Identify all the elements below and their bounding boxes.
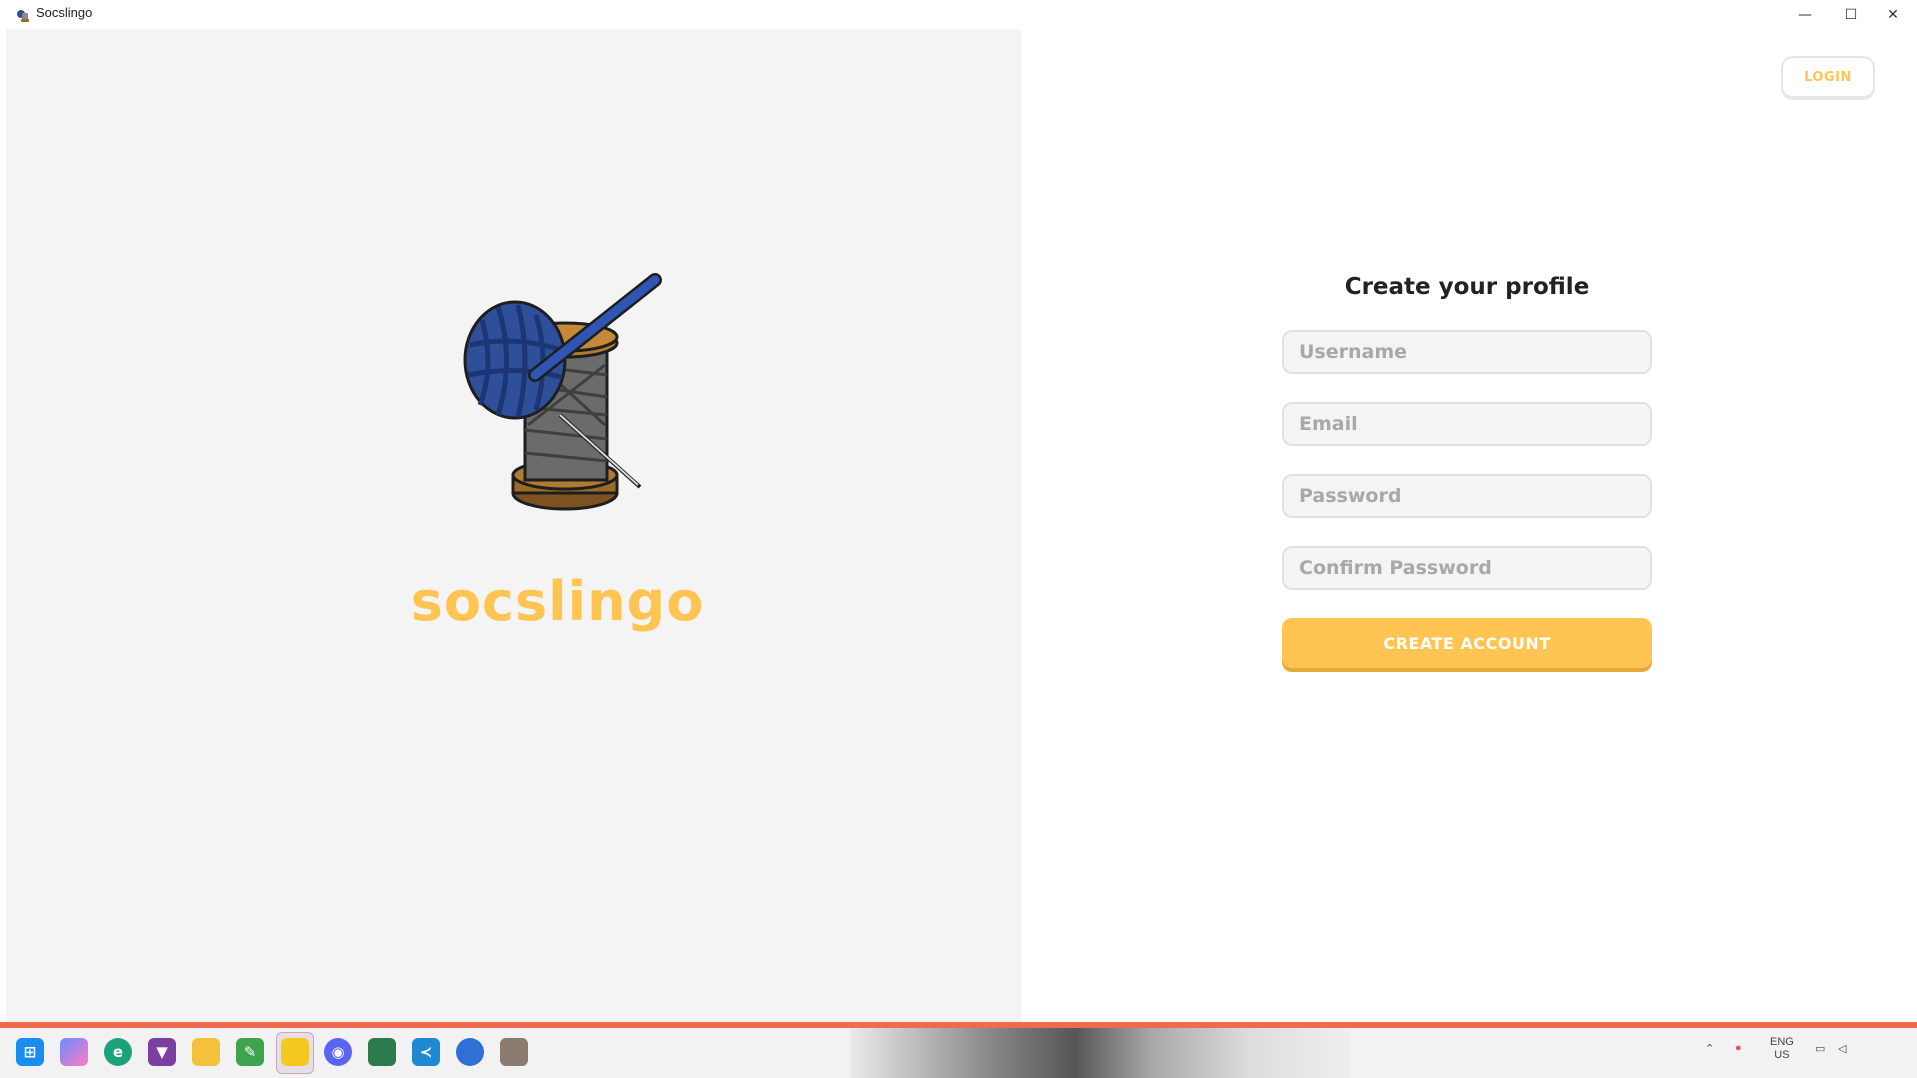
email-field[interactable] — [1282, 402, 1652, 446]
notepad-icon[interactable]: ✎ — [236, 1038, 264, 1066]
network-icon[interactable]: ▭ — [1815, 1042, 1825, 1055]
copilot-icon[interactable] — [60, 1038, 88, 1066]
vscode-icon[interactable]: ≺ — [412, 1038, 440, 1066]
window-title: Socslingo — [36, 5, 93, 20]
microphone-icon[interactable]: ● — [1735, 1042, 1742, 1054]
close-button[interactable]: ✕ — [1870, 0, 1916, 29]
language-code: ENG — [1770, 1036, 1794, 1048]
brand-name: socslingo — [410, 570, 705, 633]
file-explorer-icon[interactable] — [192, 1038, 220, 1066]
minimize-button[interactable]: — — [1782, 0, 1828, 29]
brave-icon[interactable]: ▼ — [148, 1038, 176, 1066]
tray-chevron-icon[interactable]: ⌃ — [1705, 1042, 1714, 1055]
app-icon[interactable] — [368, 1038, 396, 1066]
username-field[interactable] — [1282, 330, 1652, 374]
form-title: Create your profile — [1344, 274, 1590, 300]
confirm-password-field[interactable] — [1282, 546, 1652, 590]
edge-dev-icon[interactable]: e — [104, 1038, 132, 1066]
desktop-wallpaper — [850, 1028, 1350, 1078]
language-indicator[interactable]: ENG US — [1770, 1036, 1794, 1062]
language-region: US — [1774, 1049, 1790, 1061]
create-account-button[interactable]: CREATE ACCOUNT — [1282, 618, 1652, 668]
app-logo-icon — [17, 10, 29, 22]
socslingo-icon[interactable] — [500, 1038, 528, 1066]
yarn-spool-logo-icon — [463, 273, 662, 511]
maximize-button[interactable]: ☐ — [1828, 0, 1874, 29]
firefox-icon[interactable] — [456, 1038, 484, 1066]
discord-icon[interactable]: ◉ — [324, 1038, 352, 1066]
sticky-notes-icon[interactable] — [281, 1038, 309, 1066]
password-field[interactable] — [1282, 474, 1652, 518]
volume-icon[interactable]: ◁ — [1838, 1042, 1846, 1055]
windows-start-icon[interactable]: ⊞ — [16, 1038, 44, 1066]
taskbar: ⊞ e ▼ ✎ ◉ ≺ ⌃ ● ENG US ▭ ◁ — [0, 1028, 1917, 1078]
title-bar: Socslingo — ☐ ✕ — [6, 0, 1911, 29]
login-button[interactable]: LOGIN — [1781, 56, 1875, 100]
form-panel — [1021, 29, 1911, 1022]
